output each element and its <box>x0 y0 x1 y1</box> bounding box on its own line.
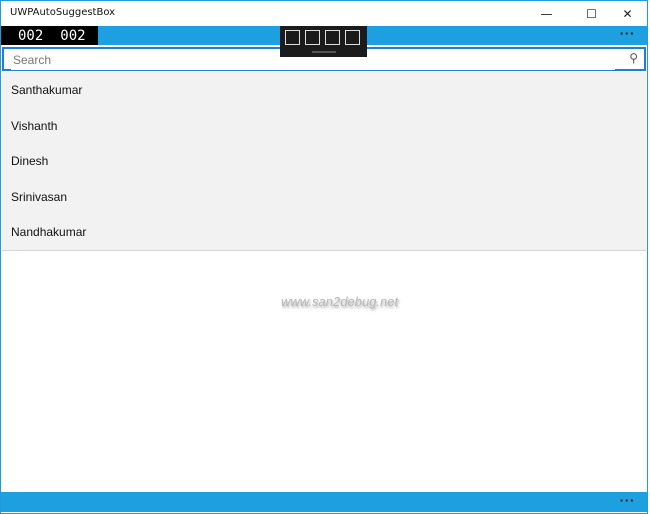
suggestion-item[interactable]: Dinesh <box>2 143 646 179</box>
suggestion-item[interactable]: Vishanth <box>2 108 646 144</box>
debug-toolbar <box>280 26 367 57</box>
bottom-more-button[interactable]: ··· <box>619 494 635 507</box>
close-button[interactable]: ✕ <box>605 1 650 26</box>
app-window: UWPAutoSuggestBox — ☐ ✕ ··· 002 002 ⚲ Sa… <box>0 0 648 514</box>
suggestion-list: Santhakumar Vishanth Dinesh Srinivasan N… <box>2 72 646 251</box>
more-button[interactable]: ··· <box>619 27 635 40</box>
maximize-icon: ☐ <box>586 6 597 21</box>
watermark: www.san2debug.net <box>281 294 399 309</box>
minimize-button[interactable]: — <box>524 1 569 26</box>
suggestion-item[interactable]: Srinivasan <box>2 179 646 215</box>
display-layout-adorners-icon[interactable] <box>325 30 340 45</box>
track-focus-icon[interactable] <box>345 30 360 45</box>
window-title: UWPAutoSuggestBox <box>10 7 116 18</box>
minimize-icon: — <box>540 6 553 21</box>
toolbar-drag-handle[interactable] <box>312 51 336 53</box>
live-visual-tree-icon[interactable] <box>285 30 300 45</box>
frame-rate-counter: 002 002 <box>1 26 98 45</box>
frame-counter-value: 002 <box>18 27 44 44</box>
suggestion-item[interactable]: Nandhakumar <box>2 214 646 250</box>
select-element-icon[interactable] <box>305 30 320 45</box>
close-icon: ✕ <box>622 6 633 21</box>
search-icon[interactable]: ⚲ <box>629 51 638 65</box>
bottom-app-bar: ··· <box>1 492 647 512</box>
frame-counter-value: 002 <box>60 27 86 44</box>
title-bar[interactable]: UWPAutoSuggestBox — ☐ ✕ <box>1 1 647 26</box>
suggestion-item[interactable]: Santhakumar <box>2 72 646 108</box>
